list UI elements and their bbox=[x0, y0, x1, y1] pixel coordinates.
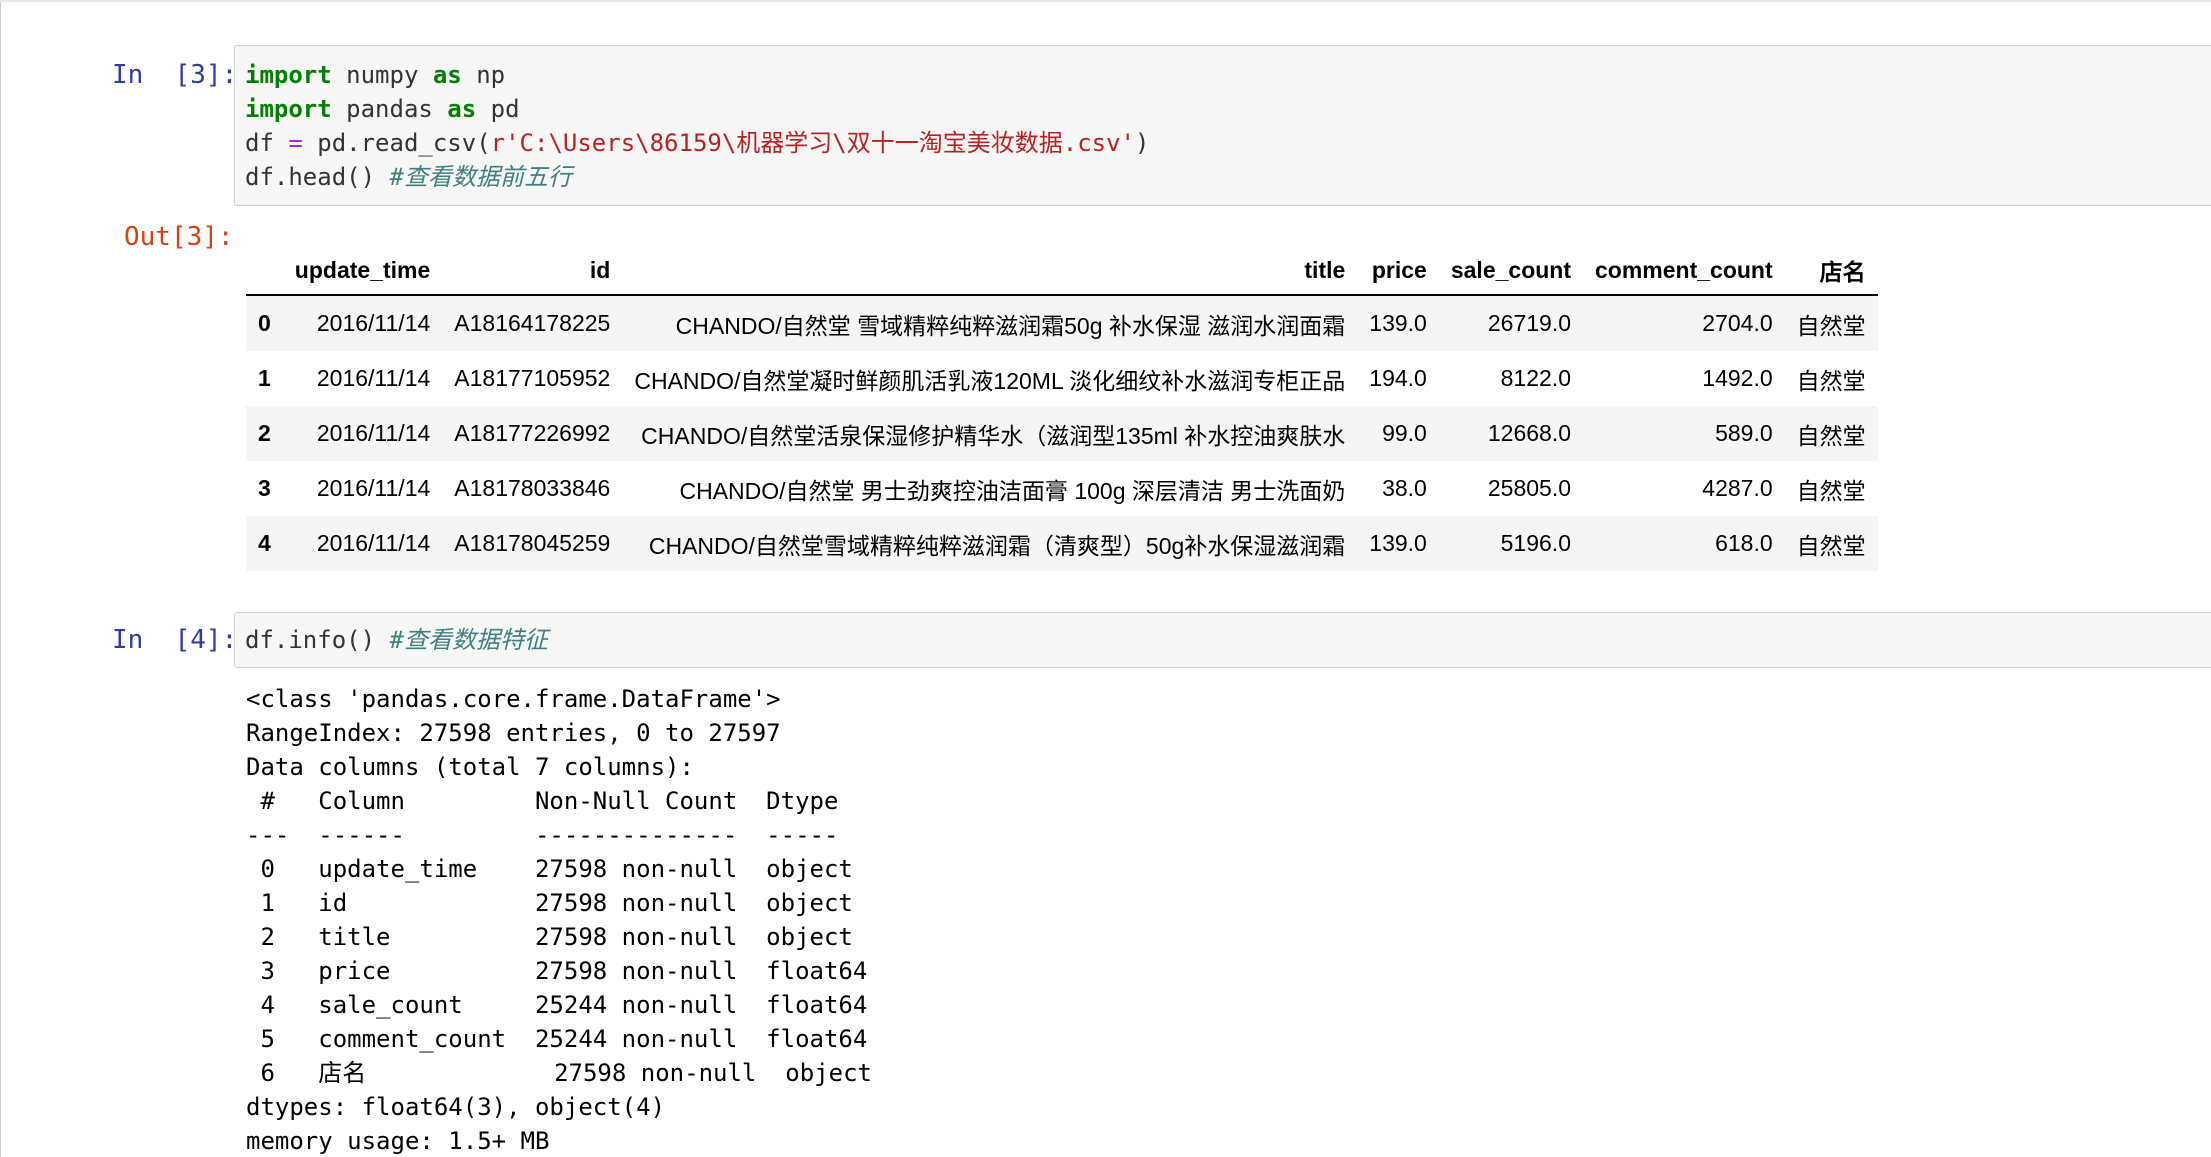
code-token: import bbox=[245, 61, 332, 89]
code-token: pandas bbox=[331, 95, 448, 123]
table-cell: CHANDO/自然堂雪域精粹纯粹滋润霜（清爽型）50g补水保湿滋润霜 bbox=[648, 532, 1346, 559]
column-header: sale_count bbox=[1438, 246, 1583, 296]
table-cell: 4287.0 bbox=[1702, 475, 1773, 501]
table-cell: 自然堂 bbox=[1796, 367, 1866, 394]
row-index-cell: 0 bbox=[258, 310, 271, 336]
table-cell: CHANDO/自然堂 男士劲爽控油洁面膏 100g 深层清洁 男士洗面奶 bbox=[679, 477, 1346, 504]
table-row: 1 2016/11/14 A18177105952 CHANDO/自然堂凝时鲜颜肌活乳… bbox=[246, 351, 1878, 406]
code-token: pd.read_csv( bbox=[302, 129, 491, 157]
code-token: pd bbox=[476, 95, 520, 123]
table-cell: A18177226992 bbox=[454, 420, 611, 446]
in-prompt-3: In [3]: bbox=[112, 60, 238, 90]
code-token: np bbox=[461, 61, 506, 89]
row-index-cell: 2 bbox=[258, 420, 271, 446]
table-cell: 25805.0 bbox=[1487, 475, 1571, 501]
table-cell: 618.0 bbox=[1715, 530, 1773, 556]
table-cell: 2016/11/14 bbox=[316, 365, 431, 391]
table-cell: 自然堂 bbox=[1796, 477, 1866, 504]
notebook-left-border bbox=[0, 0, 1, 1157]
code-token: #查看数据前五行 bbox=[389, 163, 572, 191]
table-cell: 38.0 bbox=[1382, 475, 1427, 501]
table-row: 3 2016/11/14 A18178033846 CHANDO/自然堂 男士劲爽控油… bbox=[246, 461, 1878, 516]
table-cell: A18164178225 bbox=[454, 310, 611, 336]
table-cell: 26719.0 bbox=[1487, 310, 1571, 336]
table-cell: 139.0 bbox=[1369, 530, 1427, 556]
table-cell: 5196.0 bbox=[1500, 530, 1571, 556]
table-cell: 自然堂 bbox=[1796, 312, 1866, 339]
table-cell: CHANDO/自然堂 雪域精粹纯粹滋润霜50g 补水保湿 滋润水润面霜 bbox=[675, 312, 1346, 339]
table-cell: 99.0 bbox=[1382, 420, 1427, 446]
code-token: numpy bbox=[331, 61, 433, 89]
code-token: import bbox=[245, 95, 332, 123]
table-cell: 194.0 bbox=[1369, 365, 1427, 391]
code-cell-3-input[interactable]: import numpy as np import pandas as pd df … bbox=[234, 45, 2211, 206]
row-index-cell: 1 bbox=[258, 365, 271, 391]
table-cell: A18178045259 bbox=[454, 530, 611, 556]
table-row: 0 2016/11/14 A18164178225 CHANDO/自然堂 雪域精粹纯粹… bbox=[246, 295, 1878, 351]
table-row: 4 2016/11/14 A18178045259 CHANDO/自然堂雪域精粹纯粹滋… bbox=[246, 516, 1878, 571]
code-token: #查看数据特征 bbox=[389, 626, 548, 654]
table-cell: 8122.0 bbox=[1500, 365, 1571, 391]
code-token: = bbox=[288, 129, 303, 157]
table-body: 0 2016/11/14 A18164178225 CHANDO/自然堂 雪域精粹纯粹… bbox=[246, 295, 1878, 571]
table-cell: CHANDO/自然堂活泉保湿修护精华水（滋润型135ml 补水控油爽肤水 bbox=[641, 422, 1346, 449]
table-cell: 自然堂 bbox=[1796, 532, 1866, 559]
column-header: comment_count bbox=[1583, 246, 1785, 296]
code-line: df.head() #查看数据前五行 bbox=[245, 160, 572, 194]
table-row: 2 2016/11/14 A18177226992 CHANDO/自然堂活泉保湿修护精… bbox=[246, 406, 1878, 461]
table-cell: 2016/11/14 bbox=[316, 475, 431, 501]
table-cell: 自然堂 bbox=[1796, 422, 1866, 449]
table-cell: 2016/11/14 bbox=[316, 530, 431, 556]
code-cell-4-input[interactable]: df.info() #查看数据特征 bbox=[234, 612, 2211, 668]
in-prompt-4: In [4]: bbox=[112, 625, 238, 655]
code-line: import numpy as np bbox=[245, 58, 505, 92]
column-header: title bbox=[622, 246, 1358, 296]
table-cell: A18178033846 bbox=[454, 475, 611, 501]
code-token: as bbox=[447, 95, 477, 123]
code-token: r'C:\Users\86159\机器学习\双十一淘宝美妆数据.csv' bbox=[490, 129, 1135, 157]
row-index-cell: 3 bbox=[258, 475, 271, 501]
column-header: id bbox=[442, 246, 623, 296]
table-cell: A18177105952 bbox=[454, 365, 611, 391]
info-output-text: <class 'pandas.core.frame.DataFrame'> Ra… bbox=[246, 685, 872, 1155]
out-prompt-3: Out[3]: bbox=[124, 222, 234, 252]
row-index-cell: 4 bbox=[258, 530, 271, 556]
table-cell: 139.0 bbox=[1369, 310, 1427, 336]
table-cell: 12668.0 bbox=[1487, 420, 1571, 446]
table-cell: 2704.0 bbox=[1702, 310, 1773, 336]
column-header: 店名 bbox=[1784, 246, 1878, 296]
code-token: as bbox=[432, 61, 462, 89]
table-cell: 2016/11/14 bbox=[316, 420, 431, 446]
column-header: price bbox=[1357, 246, 1439, 296]
code-line: import pandas as pd bbox=[245, 92, 520, 126]
table-header-row: update_time id title price sale_count comment… bbox=[246, 246, 1878, 296]
dataframe-table: update_time id title price sale_count comment… bbox=[246, 246, 1878, 571]
code-line: df = pd.read_csv(r'C:\Users\86159\机器学习\双… bbox=[245, 126, 1149, 160]
table-cell: 1492.0 bbox=[1702, 365, 1773, 391]
table-cell: 2016/11/14 bbox=[316, 310, 431, 336]
code-token: df.head() bbox=[245, 163, 390, 191]
code-line: df.info() #查看数据特征 bbox=[245, 623, 548, 657]
column-header: update_time bbox=[282, 246, 443, 296]
table-cell: CHANDO/自然堂凝时鲜颜肌活乳液120ML 淡化细纹补水滋润专柜正品 bbox=[634, 367, 1346, 394]
code-token: df.info() bbox=[245, 626, 390, 654]
code-token: ) bbox=[1135, 129, 1150, 157]
index-header bbox=[246, 246, 283, 296]
notebook-top-border bbox=[0, 0, 2211, 2]
table-cell: 589.0 bbox=[1715, 420, 1773, 446]
code-token: df bbox=[245, 129, 289, 157]
